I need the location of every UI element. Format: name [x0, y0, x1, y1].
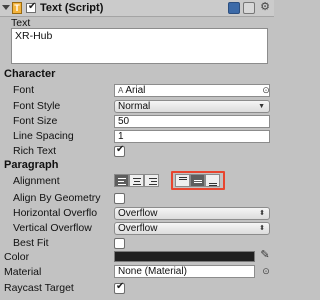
raycast-target-label: Raycast Target [4, 282, 74, 294]
chevron-up-down-icon: ⬍ [259, 225, 265, 232]
horizontal-overflow-value: Overflow [118, 208, 158, 219]
best-fit-label: Best Fit [13, 237, 49, 249]
best-fit-checkbox[interactable] [114, 238, 125, 249]
align-left-icon[interactable] [114, 174, 129, 187]
checkmark-icon: ✔ [116, 281, 125, 292]
align-right-icon[interactable] [144, 174, 159, 187]
rich-text-label: Rich Text [13, 145, 56, 157]
font-size-field[interactable]: 50 [114, 115, 270, 128]
text-script-icon: T [12, 2, 22, 14]
material-picker-icon[interactable]: ⊙ [261, 266, 271, 276]
eyedropper-icon[interactable]: ✎ [259, 248, 271, 262]
fold-arrow-icon[interactable] [2, 5, 10, 10]
material-label: Material [4, 266, 42, 278]
text-value-field[interactable]: XR-Hub [11, 28, 268, 64]
color-label: Color [4, 251, 30, 263]
chevron-up-down-icon: ⬍ [259, 210, 265, 217]
material-field[interactable]: None (Material) [114, 265, 255, 278]
font-label: Font [13, 84, 35, 96]
raycast-target-checkbox[interactable]: ✔ [114, 281, 125, 294]
paragraph-heading: Paragraph [4, 159, 59, 171]
preset-icon[interactable] [243, 2, 255, 14]
vertical-overflow-dropdown[interactable]: Overflow ⬍ [114, 222, 270, 235]
font-field[interactable]: A Arial [114, 84, 270, 97]
font-picker-icon[interactable]: ⊙ [261, 85, 271, 95]
font-asset-icon: A [118, 86, 124, 95]
vertical-overflow-label: Vertical Overflow [13, 222, 92, 234]
vertical-alignment-highlight [171, 171, 225, 190]
color-swatch[interactable] [114, 251, 255, 262]
character-heading: Character [4, 68, 56, 80]
chevron-down-icon: ▼ [258, 103, 265, 110]
enabled-checkbox[interactable]: ✔ [26, 1, 37, 13]
line-spacing-field[interactable]: 1 [114, 130, 270, 143]
line-spacing-label: Line Spacing [13, 130, 74, 142]
horizontal-overflow-dropdown[interactable]: Overflow ⬍ [114, 207, 270, 220]
book-icon[interactable] [228, 2, 240, 14]
font-style-dropdown[interactable]: Normal ▼ [114, 100, 270, 113]
rich-text-checkbox[interactable]: ✔ [114, 144, 125, 157]
gear-icon[interactable]: ⚙ [259, 1, 271, 13]
font-style-value: Normal [118, 101, 151, 112]
align-center-icon[interactable] [129, 174, 144, 187]
component-title: Text (Script) [40, 2, 104, 14]
font-style-label: Font Style [13, 100, 61, 112]
vertical-overflow-value: Overflow [118, 223, 158, 234]
alignment-label: Alignment [13, 175, 60, 187]
align-by-geometry-checkbox[interactable] [114, 193, 125, 204]
align-by-geometry-label: Align By Geometry [13, 192, 101, 204]
checkmark-icon: ✔ [116, 144, 125, 155]
font-size-label: Font Size [13, 115, 58, 127]
checkmark-icon: ✔ [28, 1, 37, 12]
horizontal-overflow-label: Horizontal Overflo [13, 207, 98, 219]
font-value: Arial [125, 85, 146, 96]
